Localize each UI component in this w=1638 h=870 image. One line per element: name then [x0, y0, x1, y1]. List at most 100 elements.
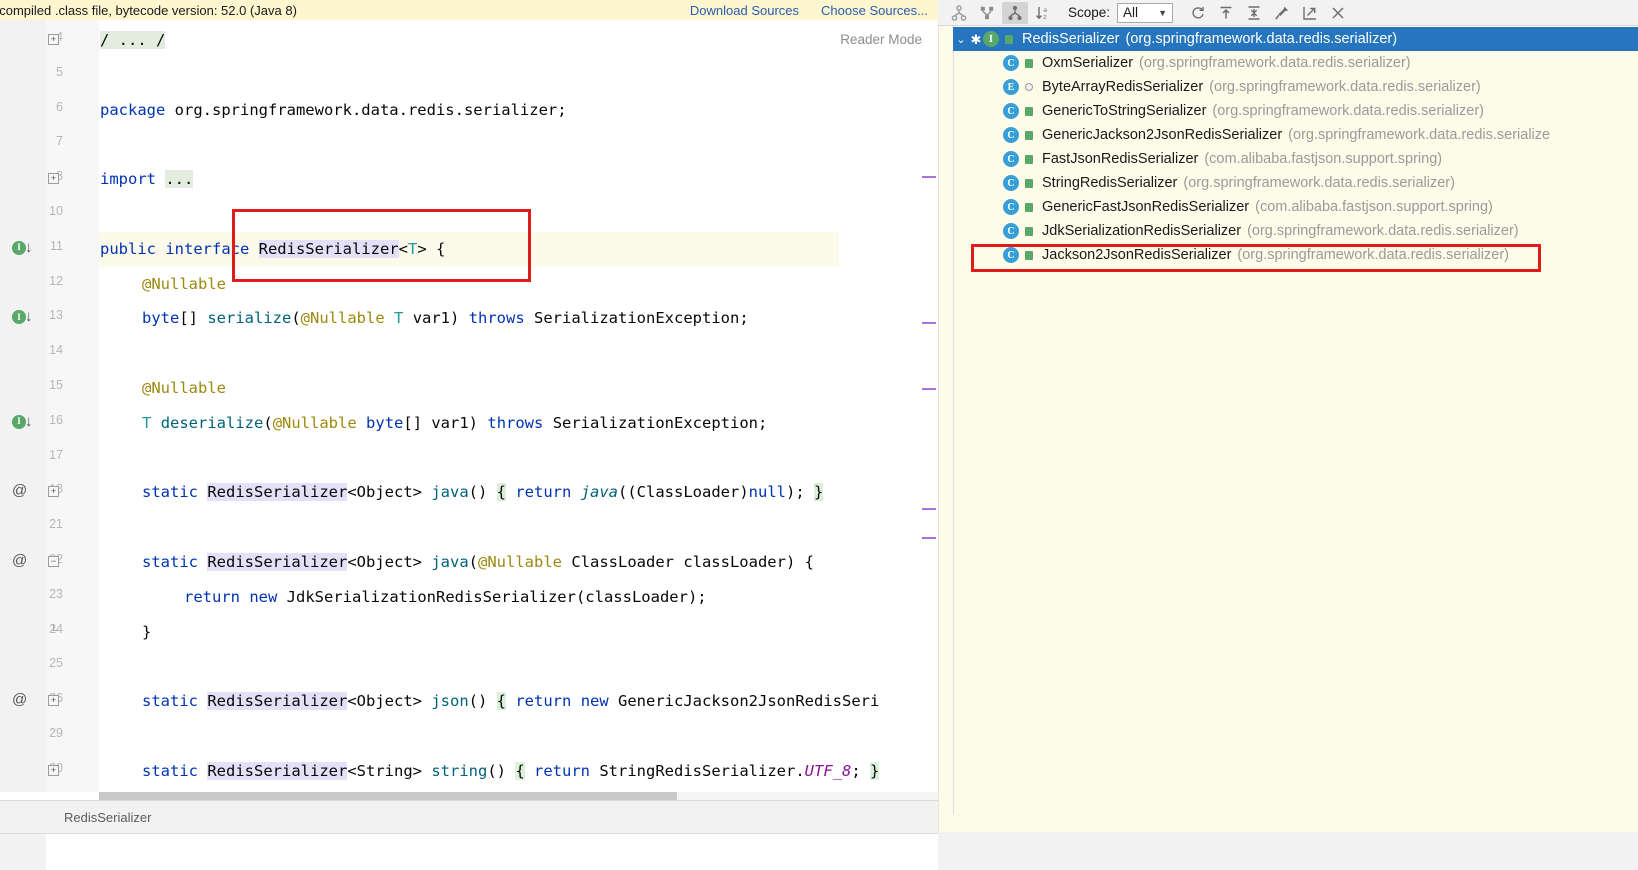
code-line[interactable]: return new JdkSerializationRedisSerializ…	[99, 580, 938, 615]
gutter-line[interactable]: 18@+	[0, 475, 99, 510]
gutter-line[interactable]: 7	[0, 127, 99, 162]
code-line-text: T deserialize(@Nullable byte[] var1) thr…	[141, 414, 767, 432]
implemented-by-gutter-icon[interactable]: I ↓	[12, 413, 46, 433]
horizontal-scrollbar-thumb[interactable]	[99, 792, 677, 800]
gutter-line[interactable]: 23	[0, 580, 99, 615]
annotation-gutter-icon[interactable]: @	[12, 691, 46, 711]
close-icon[interactable]	[1325, 2, 1351, 24]
gutter-line[interactable]: 12	[0, 267, 99, 302]
code-line[interactable]	[99, 127, 938, 162]
gutter-line[interactable]: 14	[0, 336, 99, 371]
subtypes-hierarchy-icon[interactable]	[1002, 1, 1028, 24]
annotation-gutter-icon[interactable]: @	[12, 482, 46, 502]
scope-dropdown[interactable]: All ▼	[1117, 2, 1174, 23]
code-line[interactable]	[99, 336, 938, 371]
fold-expand-icon[interactable]: +	[48, 764, 59, 776]
supertypes-hierarchy-icon[interactable]	[974, 2, 1000, 24]
gutter-line[interactable]: 15	[0, 371, 99, 406]
fold-expand-icon[interactable]: +	[48, 173, 59, 185]
code-line[interactable]: import ...	[99, 162, 938, 197]
code-line[interactable]	[99, 441, 938, 476]
code-line[interactable]: public interface RedisSerializer<T> {	[99, 231, 938, 267]
hierarchy-tree[interactable]: ⌄ ✱ I RedisSerializer (org.springframework.d…	[938, 26, 1638, 815]
gutter-line[interactable]: 13 I ↓	[0, 301, 99, 336]
code-line[interactable]	[99, 649, 938, 684]
export-to-textfile-icon[interactable]	[1213, 2, 1239, 24]
horizontal-scrollbar-track[interactable]	[99, 792, 938, 800]
gutter-line[interactable]: 11 I ↓	[0, 232, 99, 267]
reader-mode-label[interactable]: Reader Mode	[840, 32, 922, 47]
gutter-line[interactable]: 26@+	[0, 684, 99, 719]
open-in-new-window-icon[interactable]	[1297, 2, 1323, 24]
hierarchy-tree-row[interactable]: C FastJsonRedisSerializer (com.alibaba.fas…	[953, 147, 1638, 171]
fold-collapse-icon[interactable]: −	[48, 556, 59, 567]
hierarchy-tree-row[interactable]: C StringRedisSerializer (org.springframewo…	[953, 171, 1638, 195]
code-line[interactable]: static RedisSerializer<String> string() …	[99, 754, 938, 789]
code-token: return	[184, 587, 240, 606]
code-line[interactable]: }	[99, 615, 938, 650]
code-line[interactable]: / ... /	[99, 23, 938, 58]
gutter-line[interactable]: 5	[0, 58, 99, 93]
choose-sources-link[interactable]: Choose Sources...	[821, 3, 928, 18]
fold-expand-icon[interactable]: +	[48, 486, 59, 498]
class-icon: C	[1003, 103, 1019, 119]
gutter-line[interactable]: 16 I ↓	[0, 406, 99, 441]
code-line[interactable]: static RedisSerializer<Object> json() { …	[99, 684, 938, 719]
editor-change-marker[interactable]	[922, 322, 936, 324]
editor-change-marker[interactable]	[922, 537, 936, 539]
hierarchy-tree-row[interactable]: C GenericJackson2JsonRedisSerializer (org.…	[953, 123, 1638, 147]
code-line[interactable]: static RedisSerializer<Object> java() { …	[99, 475, 938, 510]
hierarchy-tree-row[interactable]: C GenericToStringSerializer (org.springfra…	[953, 99, 1638, 123]
code-line[interactable]	[99, 510, 938, 545]
code-line[interactable]: package org.springframework.data.redis.s…	[99, 93, 938, 128]
gutter-line[interactable]: 25	[0, 649, 99, 684]
refresh-icon[interactable]	[1185, 2, 1211, 24]
code-area[interactable]: / ... / package org.springframework.data.…	[99, 20, 938, 792]
code-line[interactable]	[99, 719, 938, 754]
collapse-all-icon[interactable]	[1241, 2, 1267, 24]
code-token: org.springframework.data.redis.serialize…	[165, 100, 567, 119]
fold-expand-icon[interactable]: +	[48, 34, 59, 45]
line-number: 14	[49, 343, 63, 358]
gutter-line[interactable]: 6	[0, 93, 99, 128]
code-line[interactable]: @Nullable	[99, 267, 938, 302]
gutter-line[interactable]: 4 +	[0, 23, 99, 58]
gutter-line[interactable]: 8 +	[0, 162, 99, 197]
code-line[interactable]: T deserialize(@Nullable byte[] var1) thr…	[99, 406, 938, 441]
annotation-gutter-icon[interactable]: @	[12, 552, 46, 572]
implemented-by-gutter-icon[interactable]: I ↓	[12, 239, 46, 259]
editor-change-marker[interactable]	[922, 388, 936, 390]
editor-change-marker[interactable]	[922, 508, 936, 510]
fold-region-end-icon[interactable]: └	[48, 625, 59, 637]
pin-tab-icon[interactable]	[1269, 2, 1295, 24]
download-sources-link[interactable]: Download Sources	[690, 3, 799, 18]
chevron-down-icon[interactable]: ⌄	[953, 33, 969, 46]
gutter-line[interactable]: 22@−	[0, 545, 99, 580]
gutter-line[interactable]: 17	[0, 441, 99, 476]
hierarchy-tree-row[interactable]: C OxmSerializer (org.springframework.data.…	[953, 51, 1638, 75]
hierarchy-tree-row[interactable]: C Jackson2JsonRedisSerializer (org.springf…	[953, 243, 1638, 267]
editor-marker-strip[interactable]	[918, 20, 938, 792]
gutter-line[interactable]: 29	[0, 719, 99, 754]
type-hierarchy-icon[interactable]	[946, 2, 972, 24]
code-line[interactable]	[99, 197, 938, 232]
gutter-line[interactable]: 21	[0, 510, 99, 545]
code-line[interactable]: @Nullable	[99, 371, 938, 406]
hierarchy-tree-row[interactable]: C GenericFastJsonRedisSerializer (com.alib…	[953, 195, 1638, 219]
implemented-by-gutter-icon[interactable]: I ↓	[12, 308, 46, 328]
code-token: <String>	[347, 761, 432, 780]
code-line[interactable]	[99, 58, 938, 93]
code-line[interactable]: byte[] serialize(@Nullable T var1) throw…	[99, 301, 938, 336]
gutter-line[interactable]: 24 └	[0, 615, 99, 650]
gutter-line[interactable]: 10	[0, 197, 99, 232]
code-line[interactable]: static RedisSerializer<Object> java(@Nul…	[99, 545, 938, 580]
hierarchy-tree-row[interactable]: C JdkSerializationRedisSerializer (org.spr…	[953, 219, 1638, 243]
hierarchy-tree-row[interactable]: E ByteArrayRedisSerializer (org.springfram…	[953, 75, 1638, 99]
gutter-line[interactable]: 30+	[0, 754, 99, 789]
fold-expand-icon[interactable]: +	[48, 695, 59, 707]
breadcrumb-item-redisserializer[interactable]: RedisSerializer	[64, 810, 151, 825]
hierarchy-tree-row[interactable]: ⌄ ✱ I RedisSerializer (org.springframework.d…	[953, 27, 1638, 51]
editor-change-marker[interactable]	[922, 176, 936, 178]
sort-alphabetically-icon[interactable]: a z	[1030, 2, 1056, 24]
